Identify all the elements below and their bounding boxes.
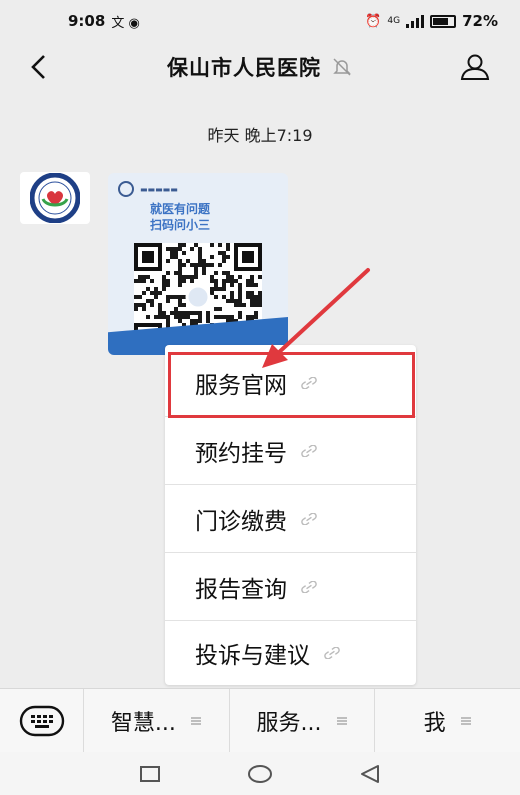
keyboard-icon <box>19 705 64 736</box>
system-nav-bar <box>0 752 520 795</box>
link-icon <box>301 580 317 593</box>
back-arrow-icon <box>31 55 45 79</box>
status-bar: 9:08 文 ◉ ⏰ 4G 72% <box>0 0 520 42</box>
bottom-tab-label: 服务... <box>256 710 322 736</box>
menu-item-label: 门诊缴费 <box>195 508 287 535</box>
slogan-line-2: 扫码问小三 <box>150 218 211 232</box>
menu-item-label: 报告查询 <box>195 576 287 603</box>
message-timestamp: 昨天 晚上7:19 <box>207 126 313 145</box>
bottom-menu-bar: 智慧... 服务... 我 <box>0 688 520 753</box>
bottom-tab-label: 智慧... <box>110 710 176 736</box>
link-icon <box>301 444 317 457</box>
mute-bell-icon <box>333 58 351 76</box>
signal-icon <box>406 14 425 28</box>
card-logo-icon <box>118 181 134 197</box>
battery-icon <box>430 14 457 28</box>
home-button[interactable] <box>245 759 275 789</box>
slogan-line-1: 就医有问题 <box>150 202 211 216</box>
triangle-back-icon <box>361 764 379 783</box>
user-profile-icon <box>460 54 490 80</box>
card-header-mark: ▬▬▬▬▬ <box>140 184 178 194</box>
card-slogan: 就医有问题 扫码问小三 <box>150 201 210 233</box>
status-right: ⏰ 4G 72% <box>365 12 498 30</box>
back-button[interactable] <box>22 50 56 84</box>
qr-code-message[interactable]: ▬▬▬▬▬ 就医有问题 扫码问小三 <box>108 173 288 355</box>
recent-apps-button[interactable] <box>135 759 165 789</box>
bottom-tab-me[interactable]: 我 <box>375 689 520 753</box>
page-title: 保山市人民医院 <box>167 56 321 80</box>
menu-item-report-query[interactable]: 报告查询 <box>165 553 416 621</box>
menu-item-label: 服务官网 <box>195 372 287 399</box>
alarm-icon: ⏰ <box>365 13 382 29</box>
bottom-tab-smart[interactable]: 智慧... <box>84 688 230 753</box>
service-menu: 服务官网 预约挂号 门诊缴费 报告查询 投诉与建议 <box>165 345 416 685</box>
network-label: 4G <box>387 16 401 26</box>
link-icon <box>301 376 317 389</box>
battery-level: 72% <box>462 12 498 30</box>
profile-button[interactable] <box>458 50 492 84</box>
bottom-tab-label: 我 <box>423 710 446 736</box>
system-back-button[interactable] <box>355 759 385 789</box>
menu-item-label: 投诉与建议 <box>195 643 310 669</box>
hospital-logo-icon <box>30 173 80 223</box>
menu-item-label: 预约挂号 <box>195 440 287 467</box>
title-wrap: 保山市人民医院 <box>167 52 353 82</box>
link-icon <box>301 512 317 525</box>
keyboard-toggle-button[interactable] <box>0 688 84 753</box>
status-left: 9:08 文 ◉ <box>68 12 140 31</box>
hospital-avatar[interactable] <box>20 172 90 224</box>
link-icon <box>324 647 340 659</box>
notification-icon: 文 ◉ <box>111 15 140 31</box>
square-nav-icon <box>140 765 160 782</box>
menu-item-outpatient-payment[interactable]: 门诊缴费 <box>165 485 416 553</box>
menu-lines-icon <box>190 715 202 727</box>
menu-item-service-website[interactable]: 服务官网 <box>165 349 416 417</box>
menu-lines-icon <box>460 715 472 727</box>
nav-bar: 保山市人民医院 <box>0 42 520 92</box>
menu-lines-icon <box>336 715 348 727</box>
card-header: ▬▬▬▬▬ <box>118 181 178 197</box>
status-time: 9:08 <box>68 12 106 30</box>
bottom-tab-service[interactable]: 服务... <box>230 688 376 753</box>
menu-item-complaints[interactable]: 投诉与建议 <box>165 621 416 685</box>
menu-item-appointment[interactable]: 预约挂号 <box>165 417 416 485</box>
circle-nav-icon <box>248 764 272 783</box>
